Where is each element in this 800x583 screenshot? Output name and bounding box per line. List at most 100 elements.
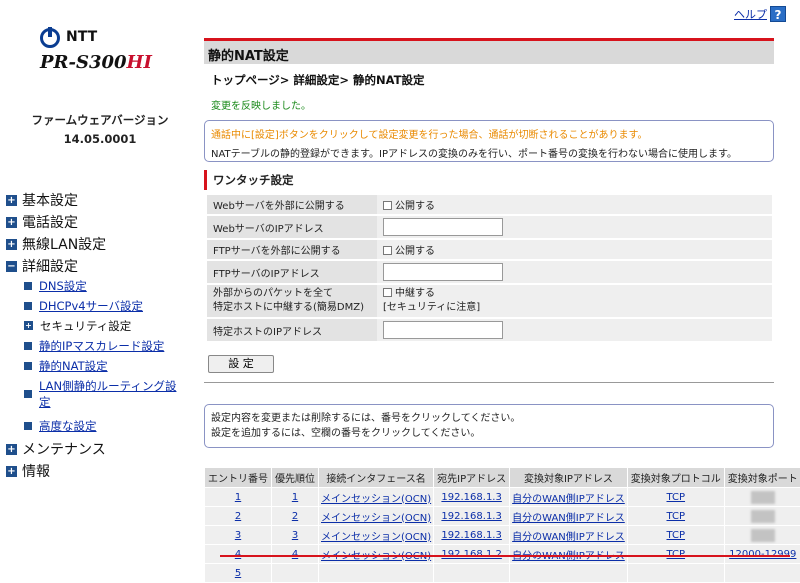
nav-maintenance[interactable]: + メンテナンス bbox=[6, 439, 106, 459]
divider bbox=[204, 382, 774, 383]
firmware-label: ファームウェアバージョン bbox=[31, 113, 169, 127]
help-icon: ? bbox=[770, 6, 786, 22]
redacted-port bbox=[750, 528, 775, 542]
target-ip-link[interactable]: 自分のWAN側IPアドレス bbox=[512, 532, 625, 543]
entry-link[interactable]: 5 bbox=[235, 568, 241, 579]
dest-ip-link[interactable]: 192.168.1.3 bbox=[441, 511, 501, 522]
table-row: 5 bbox=[205, 564, 800, 582]
expand-icon: + bbox=[6, 216, 17, 228]
target-ip-link[interactable]: 自分のWAN側IPアドレス bbox=[512, 494, 625, 505]
nav-lan-static-routing[interactable]: LAN側静的ルーティング設定 bbox=[24, 378, 176, 410]
priority-link[interactable]: 1 bbox=[292, 492, 298, 503]
interface-link[interactable]: メインセッション(OCN) bbox=[321, 513, 431, 524]
protocol-link[interactable]: TCP bbox=[667, 549, 686, 560]
dest-ip-link[interactable]: 192.168.1.3 bbox=[441, 492, 501, 503]
dmz-relay-checkbox[interactable] bbox=[383, 288, 392, 297]
nav-information[interactable]: + 情報 bbox=[6, 461, 50, 481]
notice-box: 通話中に[設定]ボタンをクリックして設定変更を行った場合、通話が切断されることが… bbox=[204, 120, 774, 162]
web-server-ip-input[interactable] bbox=[383, 218, 503, 236]
entry-link[interactable]: 3 bbox=[235, 530, 241, 541]
bullet-icon bbox=[24, 362, 32, 370]
web-server-publish-checkbox[interactable] bbox=[383, 201, 392, 210]
notice-warning: 通話中に[設定]ボタンをクリックして設定変更を行った場合、通話が切断されることが… bbox=[211, 130, 648, 141]
ftp-server-ip-row: FTPサーバのIPアドレス bbox=[207, 261, 772, 283]
onetouch-settings-table: Webサーバを外部に公開する 公開する WebサーバのIPアドレス FTPサーバ… bbox=[207, 193, 772, 343]
col-entry-number: エントリ番号 bbox=[205, 468, 271, 487]
sidebar: NTT PR-S300HI ファームウェアバージョン 14.05.0001 + 基… bbox=[0, 0, 200, 583]
interface-link[interactable]: メインセッション(OCN) bbox=[321, 532, 431, 543]
protocol-link[interactable]: TCP bbox=[667, 530, 686, 541]
model-name: PR-S300HI bbox=[40, 52, 152, 73]
bullet-icon bbox=[24, 282, 32, 290]
static-nat-table: エントリ番号 優先順位 接続インタフェース名 宛先IPアドレス 変換対象IPアド… bbox=[204, 467, 800, 583]
priority-link[interactable]: 3 bbox=[292, 530, 298, 541]
table-row: 4 4 メインセッション(OCN) 192.168.1.2 自分のWAN側IPア… bbox=[205, 545, 800, 563]
redacted-port bbox=[750, 509, 775, 523]
collapse-icon: − bbox=[6, 260, 17, 272]
table-header-row: エントリ番号 優先順位 接続インタフェース名 宛先IPアドレス 変換対象IPアド… bbox=[205, 468, 800, 487]
target-ip-link[interactable]: 自分のWAN側IPアドレス bbox=[512, 513, 625, 524]
port-link[interactable]: 12000-12999 bbox=[729, 549, 796, 560]
entry-link[interactable]: 1 bbox=[235, 492, 241, 503]
nav-advanced-settings[interactable]: − 詳細設定 bbox=[6, 256, 78, 276]
col-priority: 優先順位 bbox=[272, 468, 318, 487]
nav-dhcpv4-server-settings[interactable]: DHCPv4サーバ設定 bbox=[24, 298, 143, 314]
col-target-port: 変換対象ポート bbox=[724, 468, 800, 487]
col-target-ip: 変換対象IPアドレス bbox=[510, 468, 627, 487]
help-link[interactable]: ヘルプ ? bbox=[734, 6, 786, 22]
nav-advanced-misc-settings[interactable]: 高度な設定 bbox=[24, 418, 97, 434]
dmz-relay-row: 外部からのパケットを全て 特定ホストに中継する(簡易DMZ) 中継する [セキュリテ… bbox=[207, 285, 772, 317]
table-row: 2 2 メインセッション(OCN) 192.168.1.3 自分のWAN側IPア… bbox=[205, 507, 800, 525]
web-server-ip-row: WebサーバのIPアドレス bbox=[207, 216, 772, 238]
ntt-logo-icon bbox=[40, 27, 60, 48]
instruction-add: 設定を追加するには、空欄の番号をクリックしてください。 bbox=[211, 428, 481, 439]
nav-security-settings[interactable]: + セキュリティ設定 bbox=[24, 318, 131, 334]
nav-static-ip-masquerade[interactable]: 静的IPマスカレード設定 bbox=[24, 338, 164, 354]
expand-icon: + bbox=[24, 321, 33, 330]
highlight-underline bbox=[220, 555, 790, 557]
nav-basic-settings[interactable]: + 基本設定 bbox=[6, 190, 78, 210]
onetouch-section-title: ワンタッチ設定 bbox=[204, 170, 774, 190]
page-title-bar: 静的NAT設定 bbox=[204, 38, 774, 64]
help-label: ヘルプ bbox=[734, 8, 767, 21]
bullet-icon bbox=[24, 422, 32, 430]
priority-link[interactable]: 4 bbox=[292, 549, 298, 560]
priority-link[interactable]: 2 bbox=[292, 511, 298, 522]
ftp-server-publish-checkbox[interactable] bbox=[383, 246, 392, 255]
entry-link[interactable]: 4 bbox=[235, 549, 241, 560]
redacted-port bbox=[750, 490, 775, 504]
protocol-link[interactable]: TCP bbox=[667, 511, 686, 522]
dmz-host-ip-row: 特定ホストのIPアドレス bbox=[207, 319, 772, 341]
bullet-icon bbox=[24, 390, 32, 398]
notice-info: NATテーブルの静的登録ができます。IPアドレスの変換のみを行い、ポート番号の変… bbox=[211, 149, 738, 160]
table-row: 1 1 メインセッション(OCN) 192.168.1.3 自分のWAN側IPア… bbox=[205, 488, 800, 506]
ftp-server-ip-input[interactable] bbox=[383, 263, 503, 281]
protocol-link[interactable]: TCP bbox=[667, 492, 686, 503]
brand-logo: NTT PR-S300HI bbox=[40, 24, 170, 74]
col-interface: 接続インタフェース名 bbox=[319, 468, 434, 487]
nav-phone-settings[interactable]: + 電話設定 bbox=[6, 212, 78, 232]
set-button[interactable]: 設 定 bbox=[208, 355, 274, 373]
web-server-publish-row: Webサーバを外部に公開する 公開する bbox=[207, 195, 772, 214]
nav-dns-settings[interactable]: DNS設定 bbox=[24, 278, 87, 294]
page-title: 静的NAT設定 bbox=[208, 49, 289, 64]
entry-link[interactable]: 2 bbox=[235, 511, 241, 522]
firmware-version: 14.05.0001 bbox=[63, 132, 137, 146]
col-dest-ip: 宛先IPアドレス bbox=[434, 468, 510, 487]
applied-message: 変更を反映しました。 bbox=[211, 101, 311, 112]
nav-wireless-lan-settings[interactable]: + 無線LAN設定 bbox=[6, 234, 106, 254]
ftp-server-publish-row: FTPサーバを外部に公開する 公開する bbox=[207, 240, 772, 259]
expand-icon: + bbox=[6, 238, 17, 250]
expand-icon: + bbox=[6, 194, 17, 206]
security-caution: [セキュリティに注意] bbox=[383, 302, 481, 313]
dest-ip-link[interactable]: 192.168.1.2 bbox=[441, 549, 501, 560]
dest-ip-link[interactable]: 192.168.1.3 bbox=[441, 530, 501, 541]
interface-link[interactable]: メインセッション(OCN) bbox=[321, 494, 431, 505]
dmz-host-ip-input[interactable] bbox=[383, 321, 503, 339]
instructions-box: 設定内容を変更または削除するには、番号をクリックしてください。 設定を追加するに… bbox=[204, 404, 774, 448]
bullet-icon bbox=[24, 302, 32, 310]
table-row: 3 3 メインセッション(OCN) 192.168.1.3 自分のWAN側IPア… bbox=[205, 526, 800, 544]
nav-static-nat-settings[interactable]: 静的NAT設定 bbox=[24, 358, 108, 374]
expand-icon: + bbox=[6, 465, 17, 477]
ntt-text: NTT bbox=[66, 29, 98, 45]
